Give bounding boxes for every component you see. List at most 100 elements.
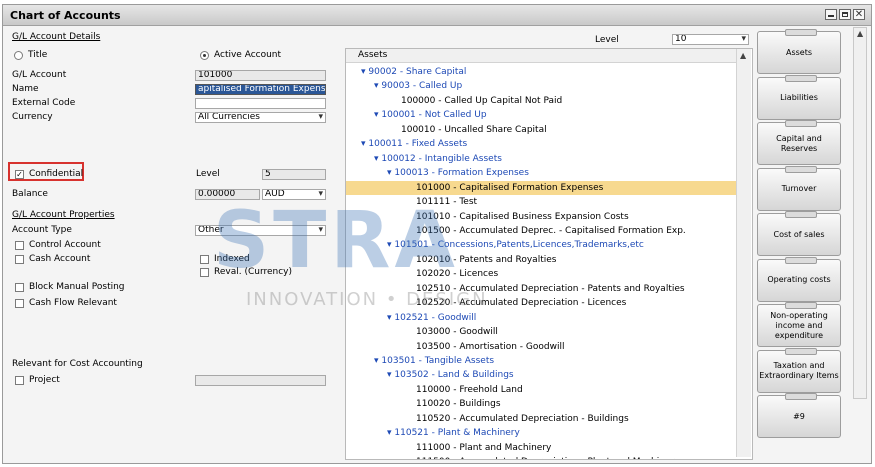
project-label: Project [29, 375, 60, 385]
control-account-checkbox[interactable] [15, 241, 24, 250]
window-title: Chart of Accounts [10, 9, 121, 22]
active-account-radio[interactable] [200, 51, 209, 60]
tree-node[interactable]: 101000 - Capitalised Formation Expenses [346, 180, 736, 195]
maximize-icon[interactable] [839, 9, 851, 20]
category-tab-label: Non-operating income and expenditure [770, 310, 828, 340]
title-radio[interactable] [14, 51, 23, 60]
tree-node[interactable]: ▾ 102521 - Goodwill [387, 311, 476, 325]
tree-node[interactable]: ▾ 103502 - Land & Buildings [387, 368, 514, 382]
tree-node[interactable]: ▾ 100001 - Not Called Up [374, 108, 487, 122]
tree-node[interactable]: ▾ 100011 - Fixed Assets [361, 137, 467, 151]
tree-node[interactable]: ▾ 90002 - Share Capital [361, 65, 466, 79]
gl-account-field[interactable]: 101000 [195, 70, 326, 81]
project-checkbox[interactable] [15, 376, 24, 385]
tree-header-label: Assets [358, 50, 388, 60]
external-code-label: External Code [12, 98, 76, 108]
block-manual-posting-checkbox[interactable] [15, 283, 24, 292]
category-tab[interactable]: Cost of sales [757, 211, 841, 256]
category-tab-label: #9 [793, 411, 805, 421]
tree-node-label: 111500 - Accumulated Depreciation - Plan… [416, 457, 679, 459]
tree-node-label: 90002 - Share Capital [368, 67, 467, 77]
tree-node[interactable]: 100000 - Called Up Capital Not Paid [401, 94, 562, 108]
title-bar[interactable]: Chart of Accounts ✕ [3, 5, 871, 26]
tree-node[interactable]: 110000 - Freehold Land [416, 383, 523, 397]
relevant-cost-accounting-label: Relevant for Cost Accounting [12, 359, 143, 369]
title-radio-label: Title [28, 50, 48, 60]
tree-node[interactable]: 111000 - Plant and Machinery [416, 441, 551, 455]
name-field[interactable]: apitalised Formation Expense\ [195, 84, 326, 95]
tree-node[interactable]: 110020 - Buildings [416, 397, 501, 411]
level-label: Level [196, 169, 220, 179]
indexed-checkbox[interactable] [200, 255, 209, 264]
tree-node-label: 100001 - Not Called Up [381, 110, 487, 121]
tree-node-label: 100013 - Formation Expenses [394, 168, 529, 179]
control-account-label: Control Account [29, 240, 101, 250]
currency-select[interactable]: All Currencies [195, 112, 326, 123]
tree-node-label: 103000 - Goodwill [416, 327, 498, 338]
category-tab[interactable]: Non-operating income and expenditure [757, 302, 841, 347]
cash-flow-relevant-checkbox[interactable] [15, 299, 24, 308]
gl-account-label: G/L Account [12, 70, 67, 80]
tree-node-label: 111000 - Plant and Machinery [416, 442, 552, 453]
cash-account-label: Cash Account [29, 254, 91, 264]
gl-account-properties-header: G/L Account Properties [12, 210, 115, 220]
project-field[interactable] [195, 375, 326, 386]
category-tab-label: Capital and Reserves [776, 133, 822, 153]
confidential-label: Confidential [29, 169, 84, 179]
tree-level-select[interactable]: 10 [672, 34, 749, 45]
tree-node[interactable]: 103500 - Amortisation - Goodwill [416, 340, 564, 354]
level-field: 5 [262, 169, 326, 180]
minimize-icon[interactable] [825, 9, 837, 20]
tree-node[interactable]: ▾ 110521 - Plant & Machinery [387, 426, 520, 440]
tree-node-label: 110520 - Accumulated Depreciation - Buil… [416, 413, 629, 424]
watermark-tagline: INNOVATION • DESIGN [246, 289, 488, 310]
category-tab[interactable]: Operating costs [757, 256, 841, 302]
external-code-field[interactable] [195, 98, 326, 109]
category-tab[interactable]: #9 [757, 393, 841, 438]
category-tab-label: Cost of sales [773, 229, 825, 239]
category-tab[interactable]: Taxation and Extraordinary Items [757, 347, 841, 393]
reval-currency-checkbox[interactable] [200, 268, 209, 277]
tree-node-label: 102521 - Goodwill [394, 312, 477, 323]
name-label: Name [12, 84, 39, 94]
category-tab-label: Operating costs [767, 275, 831, 284]
category-tabs: Assets Liabilities Capital and Reserves Tur… [757, 27, 841, 457]
category-tab[interactable]: Assets [757, 29, 841, 74]
active-account-label: Active Account [214, 50, 282, 60]
gl-account-details-header: G/L Account Details [12, 32, 101, 42]
tree-node[interactable]: 103000 - Goodwill [416, 325, 498, 339]
cash-account-checkbox[interactable] [15, 255, 24, 264]
tree-node-label: 103500 - Amortisation - Goodwill [416, 341, 565, 352]
tree-node-label: 100012 - Intangible Assets [381, 153, 502, 164]
close-icon[interactable]: ✕ [853, 9, 865, 20]
tree-node-label: 103502 - Land & Buildings [394, 370, 514, 381]
category-tab-label: Taxation and Extraordinary Items [759, 361, 839, 380]
category-tab-label: Liabilities [780, 93, 818, 102]
tree-scrollbar[interactable]: ▲ [736, 49, 751, 457]
tree-node[interactable]: ▾ 90003 - Called Up [374, 79, 462, 93]
tree-node[interactable]: 110520 - Accumulated Depreciation - Buil… [416, 412, 629, 426]
tree-node-label: 110020 - Buildings [416, 399, 501, 410]
category-tab[interactable]: Turnover [757, 165, 841, 211]
tree-header: Assets [346, 49, 736, 63]
tree-node[interactable]: 100010 - Uncalled Share Capital [401, 123, 547, 137]
watermark-brand: STRA [213, 196, 459, 286]
tree-node-label: 90003 - Called Up [381, 81, 463, 92]
tree-node[interactable]: 111500 - Accumulated Depreciation - Plan… [416, 455, 679, 459]
balance-label: Balance [12, 189, 48, 199]
tree-node-label: 100000 - Called Up Capital Not Paid [401, 95, 563, 106]
account-type-label: Account Type [12, 225, 72, 235]
scroll-up-icon[interactable]: ▲ [740, 51, 746, 60]
cash-flow-relevant-label: Cash Flow Relevant [29, 298, 117, 308]
category-tab-label: Assets [785, 47, 813, 57]
tree-node[interactable]: ▾ 103501 - Tangible Assets [374, 354, 494, 368]
category-tab[interactable]: Liabilities [757, 74, 841, 120]
tree-node[interactable]: ▾ 100013 - Formation Expenses [387, 166, 529, 180]
tree-node-label: 103501 - Tangible Assets [381, 356, 495, 366]
category-tab[interactable]: Capital and Reserves [757, 120, 841, 165]
window-scrollbar[interactable]: ▲ [853, 27, 867, 399]
tree-node[interactable]: ▾ 100012 - Intangible Assets [374, 152, 502, 166]
window-scroll-up-icon[interactable]: ▲ [857, 29, 863, 38]
currency-label: Currency [12, 112, 53, 122]
confidential-checkbox[interactable]: ✓ [15, 170, 24, 179]
